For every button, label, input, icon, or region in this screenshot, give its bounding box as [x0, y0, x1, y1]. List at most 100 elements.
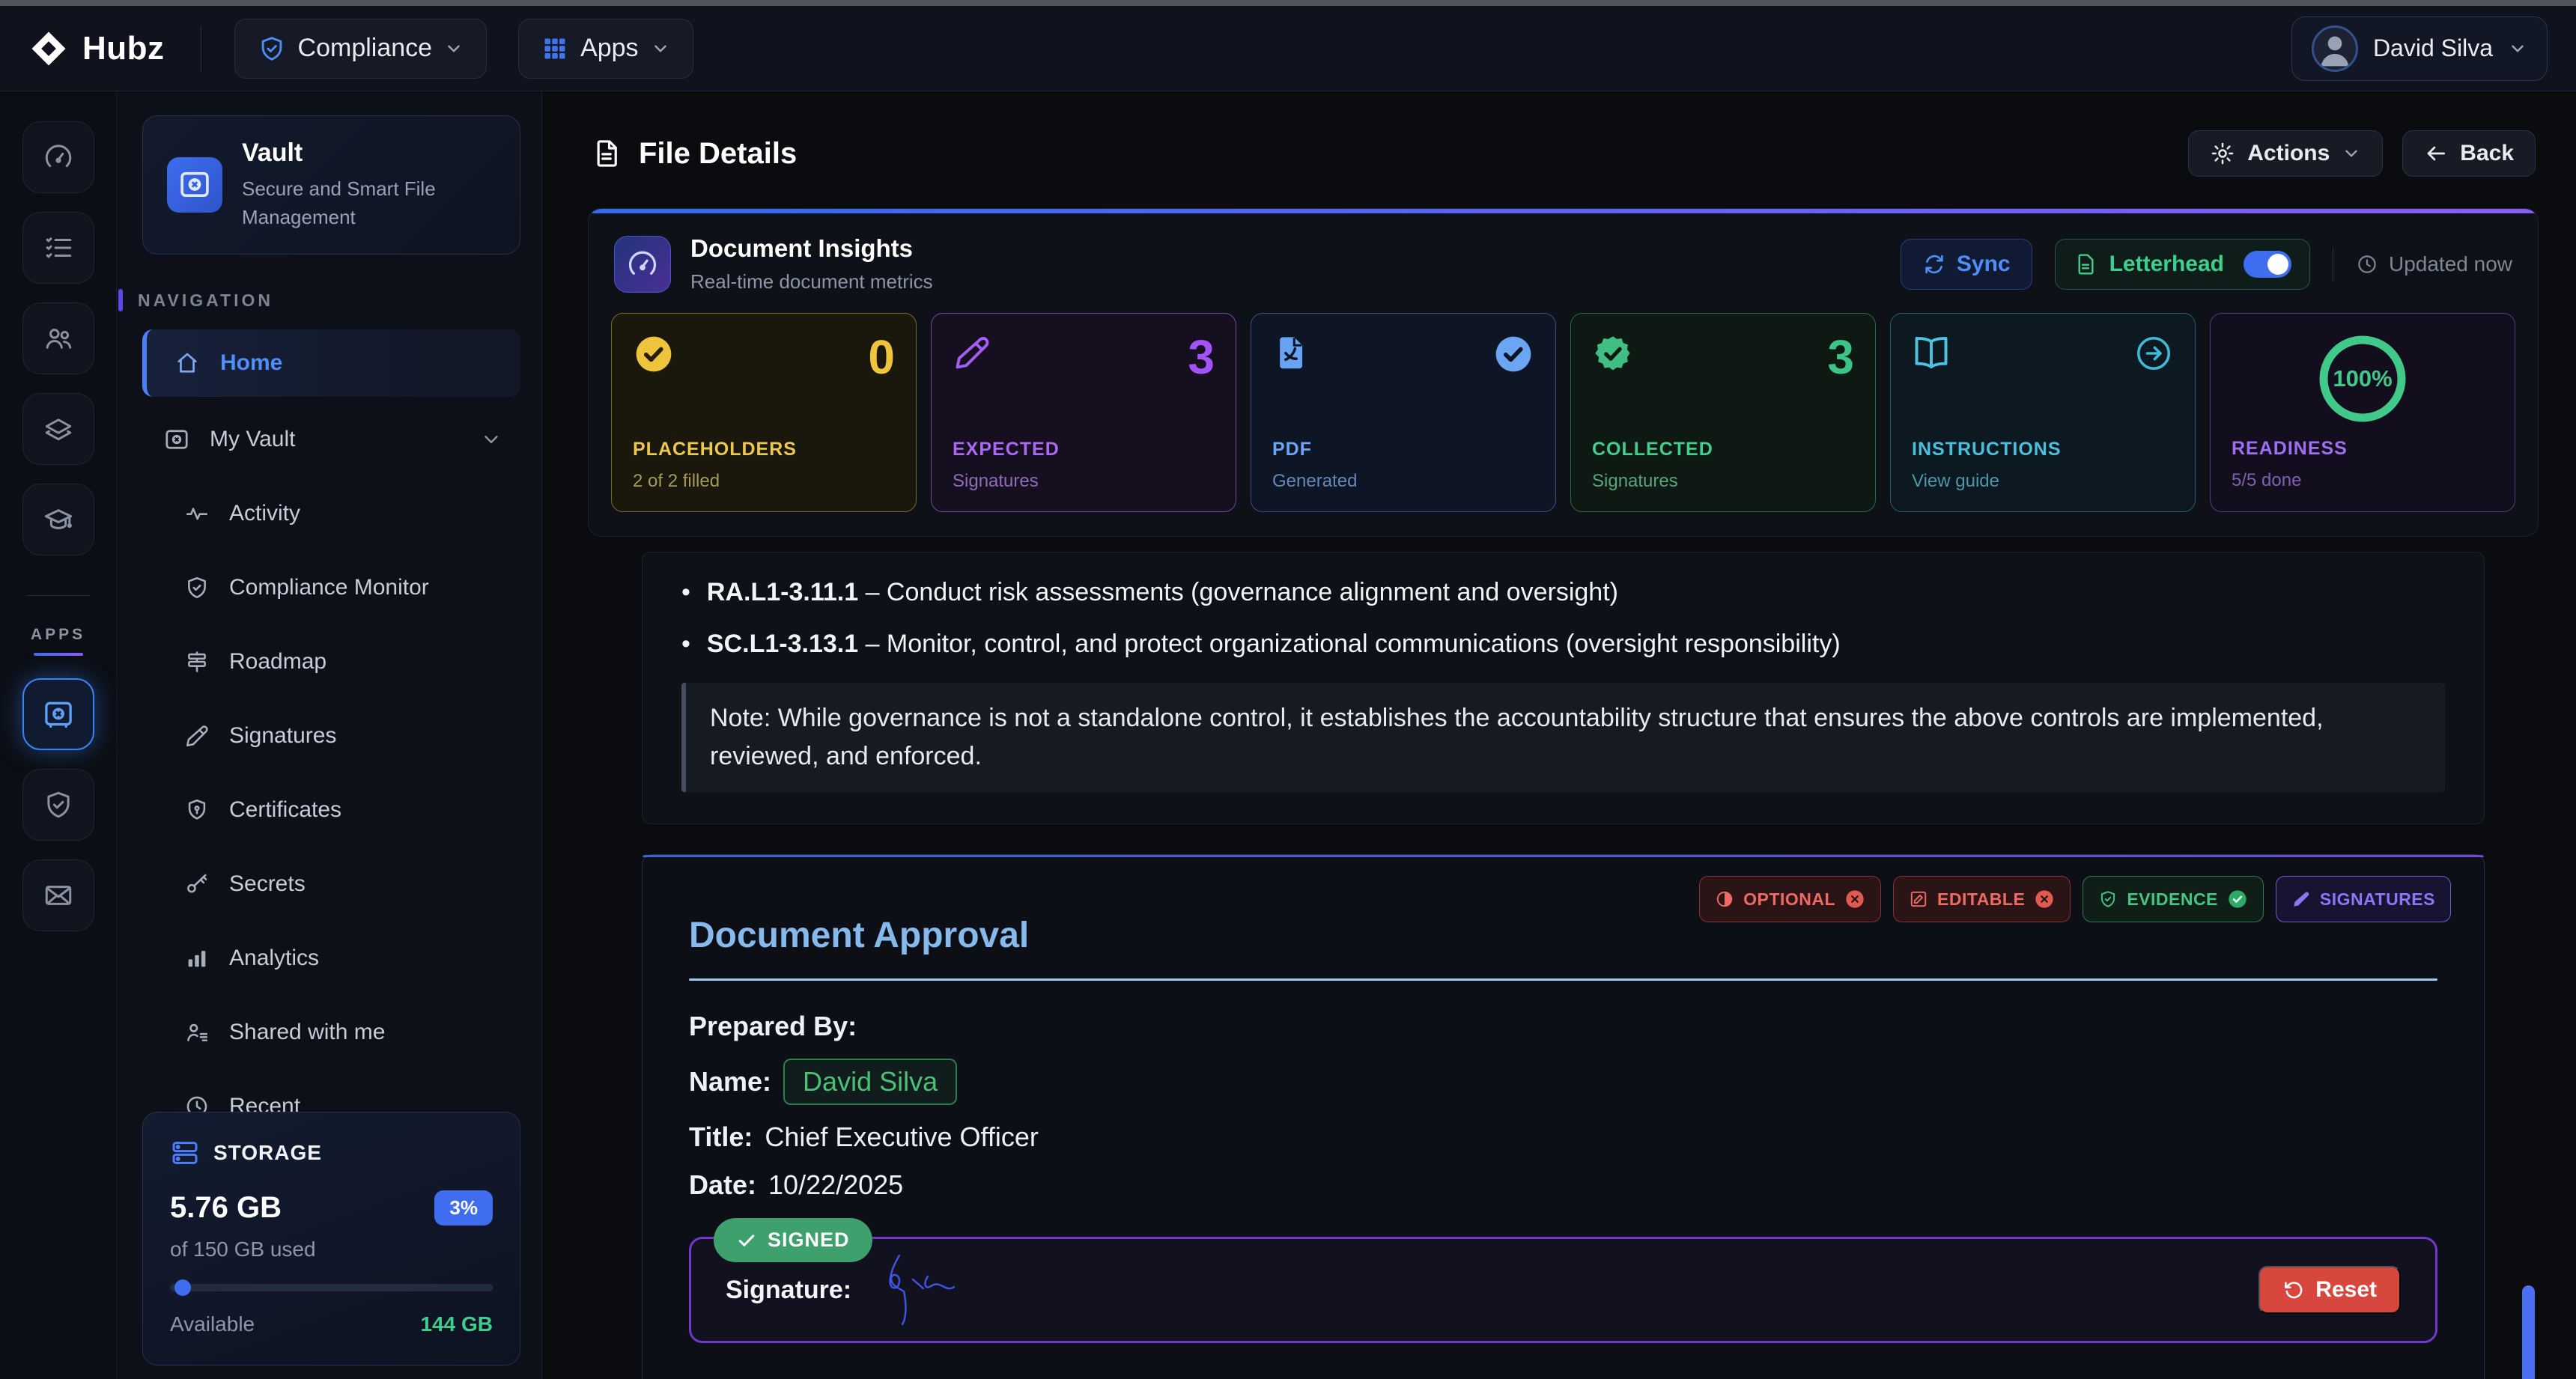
bar-chart-icon — [184, 946, 210, 971]
clock-icon — [2356, 253, 2378, 276]
letterhead-toggle-button[interactable]: Letterhead — [2055, 239, 2310, 290]
note-callout: Note: While governance is not a standalo… — [681, 683, 2445, 792]
rail-tasks-button[interactable] — [22, 212, 94, 284]
sidebar-item-shared-with-me[interactable]: Shared with me — [142, 1001, 520, 1064]
chevron-down-icon — [2508, 39, 2527, 58]
badge-signatures[interactable]: SIGNATURES — [2276, 876, 2451, 922]
sidebar-item-compliance-monitor[interactable]: Compliance Monitor — [142, 556, 520, 619]
badge-label: SIGNATURES — [2320, 889, 2435, 910]
home-icon — [174, 350, 201, 377]
reset-signature-button[interactable]: Reset — [2258, 1266, 2401, 1314]
rail-layers-button[interactable] — [22, 393, 94, 465]
metric-card-readiness[interactable]: 100% READINESS 5/5 done — [2210, 313, 2515, 512]
window-top-strip — [0, 0, 2576, 6]
user-share-icon — [184, 1020, 210, 1045]
back-button[interactable]: Back — [2402, 130, 2536, 177]
rail-team-button[interactable] — [22, 302, 94, 374]
badge-optional[interactable]: OPTIONAL — [1699, 876, 1881, 922]
metric-sub: Signatures — [1592, 471, 1854, 492]
metric-sub: 2 of 2 filled — [633, 471, 895, 492]
metric-label: PDF — [1272, 439, 1534, 460]
rail-dashboard-button[interactable] — [22, 121, 94, 193]
prepared-by-label: Prepared By: — [689, 1011, 857, 1042]
metric-card-pdf[interactable]: PDF Generated — [1251, 313, 1556, 512]
sidebar-item-certificates[interactable]: Certificates — [142, 779, 520, 841]
gauge-icon — [43, 141, 74, 173]
actions-button[interactable]: Actions — [2188, 130, 2383, 177]
signature-drawing — [874, 1251, 1001, 1329]
sidebar-item-label: Signatures — [229, 723, 336, 749]
pen-icon — [184, 723, 210, 749]
refresh-icon — [1922, 252, 1946, 276]
pdf-file-icon — [1272, 333, 1311, 372]
badge-editable[interactable]: EDITABLE — [1893, 876, 2071, 922]
storage-progress-bar — [170, 1284, 493, 1291]
pen-icon — [2291, 889, 2311, 909]
sidebar-item-secrets[interactable]: Secrets — [142, 853, 520, 916]
chevron-down-icon — [651, 39, 670, 58]
sidebar-item-analytics[interactable]: Analytics — [142, 927, 520, 990]
metric-card-placeholders[interactable]: 0 PLACEHOLDERS 2 of 2 filled — [611, 313, 917, 512]
pen-icon — [953, 333, 991, 372]
main-header: File Details Actions Back — [588, 130, 2539, 177]
letterhead-switch[interactable] — [2244, 251, 2291, 278]
sidebar-item-label: Activity — [229, 501, 300, 526]
signature-label: Signature: — [726, 1276, 851, 1305]
date-label: Date: — [689, 1169, 756, 1201]
app-card-vault[interactable]: Vault Secure and Smart File Management — [142, 115, 520, 255]
checklist-icon — [43, 232, 74, 264]
metric-card-expected[interactable]: 3 EXPECTED Signatures — [931, 313, 1236, 512]
sidebar-item-label: Shared with me — [229, 1020, 385, 1045]
name-label: Name: — [689, 1066, 771, 1098]
metric-card-collected[interactable]: 3 COLLECTED Signatures — [1570, 313, 1876, 512]
apps-menu-button[interactable]: Apps — [518, 19, 693, 79]
metric-value: 0 — [868, 333, 895, 381]
compliance-menu-button[interactable]: Compliance — [234, 19, 487, 79]
sync-button[interactable]: Sync — [1901, 239, 2032, 290]
user-menu-button[interactable]: David Silva — [2291, 16, 2548, 81]
insight-cards: 0 PLACEHOLDERS 2 of 2 filled 3 EXPECTED … — [589, 313, 2538, 536]
check-circle-icon — [1492, 333, 1534, 375]
brand[interactable]: Hubz — [28, 28, 165, 69]
rotate-ccw-icon — [2282, 1279, 2305, 1301]
gauge-icon — [614, 236, 671, 293]
sidebar-item-my-vault[interactable]: My Vault — [142, 408, 520, 471]
sidebar-item-label: Analytics — [229, 946, 319, 971]
sidebar-item-roadmap[interactable]: Roadmap — [142, 630, 520, 693]
control-text: – Monitor, control, and protect organiza… — [858, 630, 1841, 658]
users-icon — [43, 323, 74, 354]
metric-sub: Generated — [1272, 471, 1534, 492]
rail-apps-label: APPS — [31, 626, 85, 644]
shield-check-icon — [258, 34, 286, 63]
file-icon — [591, 138, 622, 169]
rail-vault-button[interactable] — [22, 678, 94, 750]
sync-label: Sync — [1957, 252, 2011, 277]
vault-icon — [163, 426, 190, 453]
rail-security-button[interactable] — [22, 769, 94, 841]
control-text: – Conduct risk assessments (governance a… — [858, 578, 1618, 606]
rail-mail-button[interactable] — [22, 859, 94, 931]
apps-menu-label: Apps — [580, 34, 639, 63]
storage-percent-badge: 3% — [434, 1190, 493, 1226]
shield-check-icon — [43, 789, 74, 821]
contrast-icon — [1715, 889, 1734, 909]
rail-learning-button[interactable] — [22, 484, 94, 555]
signed-label: SIGNED — [768, 1229, 850, 1252]
document-content-card: • RA.L1-3.11.1 – Conduct risk assessment… — [642, 552, 2485, 824]
sidebar-item-label: Compliance Monitor — [229, 575, 429, 600]
approval-title-underline — [689, 978, 2437, 981]
storage-title: STORAGE — [213, 1141, 322, 1165]
sidebar-item-activity[interactable]: Activity — [142, 482, 520, 545]
shield-check-icon — [184, 575, 210, 600]
vertical-scrollbar-thumb[interactable] — [2522, 1285, 2535, 1379]
title-value: Chief Executive Officer — [765, 1121, 1038, 1153]
metric-card-instructions[interactable]: INSTRUCTIONS View guide — [1890, 313, 2196, 512]
vault-icon — [167, 157, 222, 213]
app-card-text: Vault Secure and Smart File Management — [242, 138, 496, 231]
sidebar-item-signatures[interactable]: Signatures — [142, 704, 520, 767]
badge-evidence[interactable]: EVIDENCE — [2083, 876, 2264, 922]
metric-label: READINESS — [2232, 438, 2494, 460]
sidebar-item-home[interactable]: Home — [142, 329, 520, 397]
compliance-menu-label: Compliance — [298, 34, 433, 63]
activity-icon — [184, 501, 210, 526]
